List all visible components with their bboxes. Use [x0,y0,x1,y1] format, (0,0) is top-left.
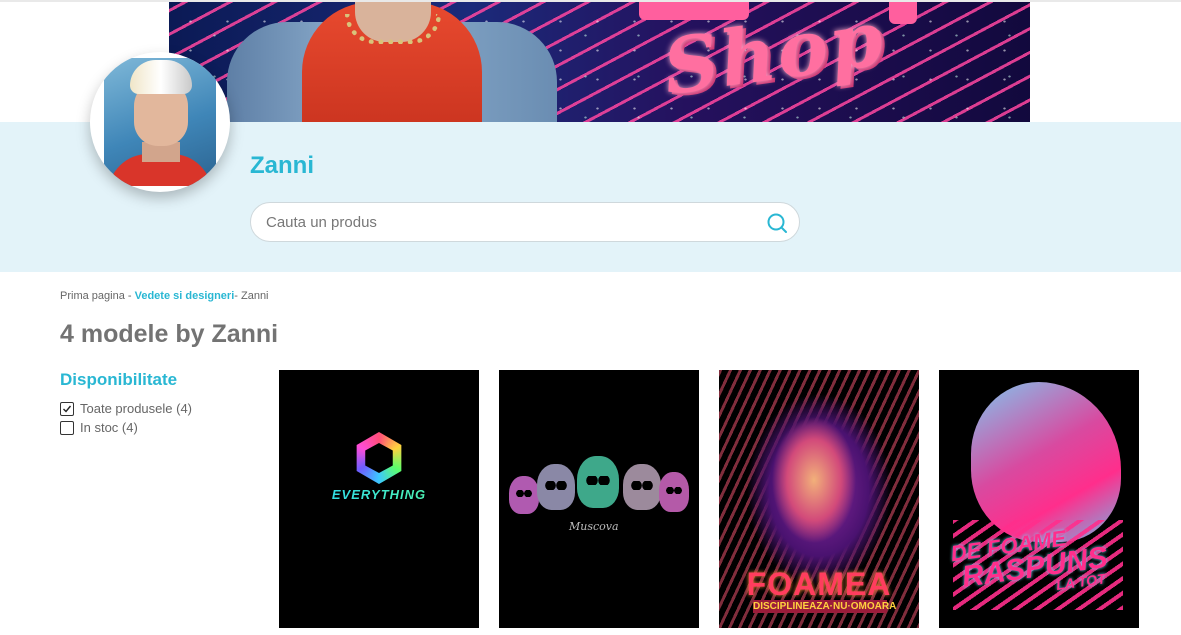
avatar [90,52,230,192]
filter-title: Disponibilitate [60,370,178,389]
filter-option-all[interactable]: Toate produsele (4) [60,401,192,416]
product-card[interactable]: FOAMEA DISCIPLINEAZA·NU·OMOARA [719,370,919,628]
product-card[interactable]: EVERYTHING [279,370,479,628]
product-art-signature: Muscova [569,520,619,533]
search-icon[interactable] [766,212,788,234]
check-icon [63,405,72,413]
profile-name: Zanni [250,152,314,179]
page-title: 4 modele by Zanni [60,320,279,348]
skull-icon [509,476,539,514]
breadcrumb-section[interactable]: Vedete si designeri [135,290,235,302]
skull-icon [577,456,619,508]
checkbox-checked[interactable] [60,401,74,416]
banner-person [227,2,557,122]
banner-chain [345,14,441,44]
search-input[interactable] [266,212,746,232]
avatar-photo [104,58,216,186]
product-art-text: FOAMEA [746,566,892,602]
breadcrumb: Prima pagina - Vedete si designeri- Zann… [60,290,269,302]
checkbox-unchecked[interactable] [60,420,74,435]
product-art-statue [971,382,1121,542]
skull-icon [623,464,661,510]
banner-neon-bar [889,2,917,24]
product-art-subtext: DISCIPLINEAZA·NU·OMOARA [753,600,897,613]
product-card[interactable]: Muscova [499,370,699,628]
avatar-hair [130,60,192,94]
skull-icon [659,472,689,512]
search-bar[interactable] [250,202,800,242]
filter-option-in-stock[interactable]: In stoc (4) [60,420,138,435]
cover-banner: Shop [169,2,1030,122]
breadcrumb-home[interactable]: Prima pagina - [60,290,132,302]
breadcrumb-current: - Zanni [234,290,269,302]
product-card[interactable]: DE FOAME RASPUNS LA TOT [939,370,1139,628]
filter-option-label: In stoc (4) [80,420,138,435]
skull-icon [537,464,575,510]
product-art-text: EVERYTHING [279,487,479,502]
filter-option-label: Toate produsele (4) [80,401,193,416]
